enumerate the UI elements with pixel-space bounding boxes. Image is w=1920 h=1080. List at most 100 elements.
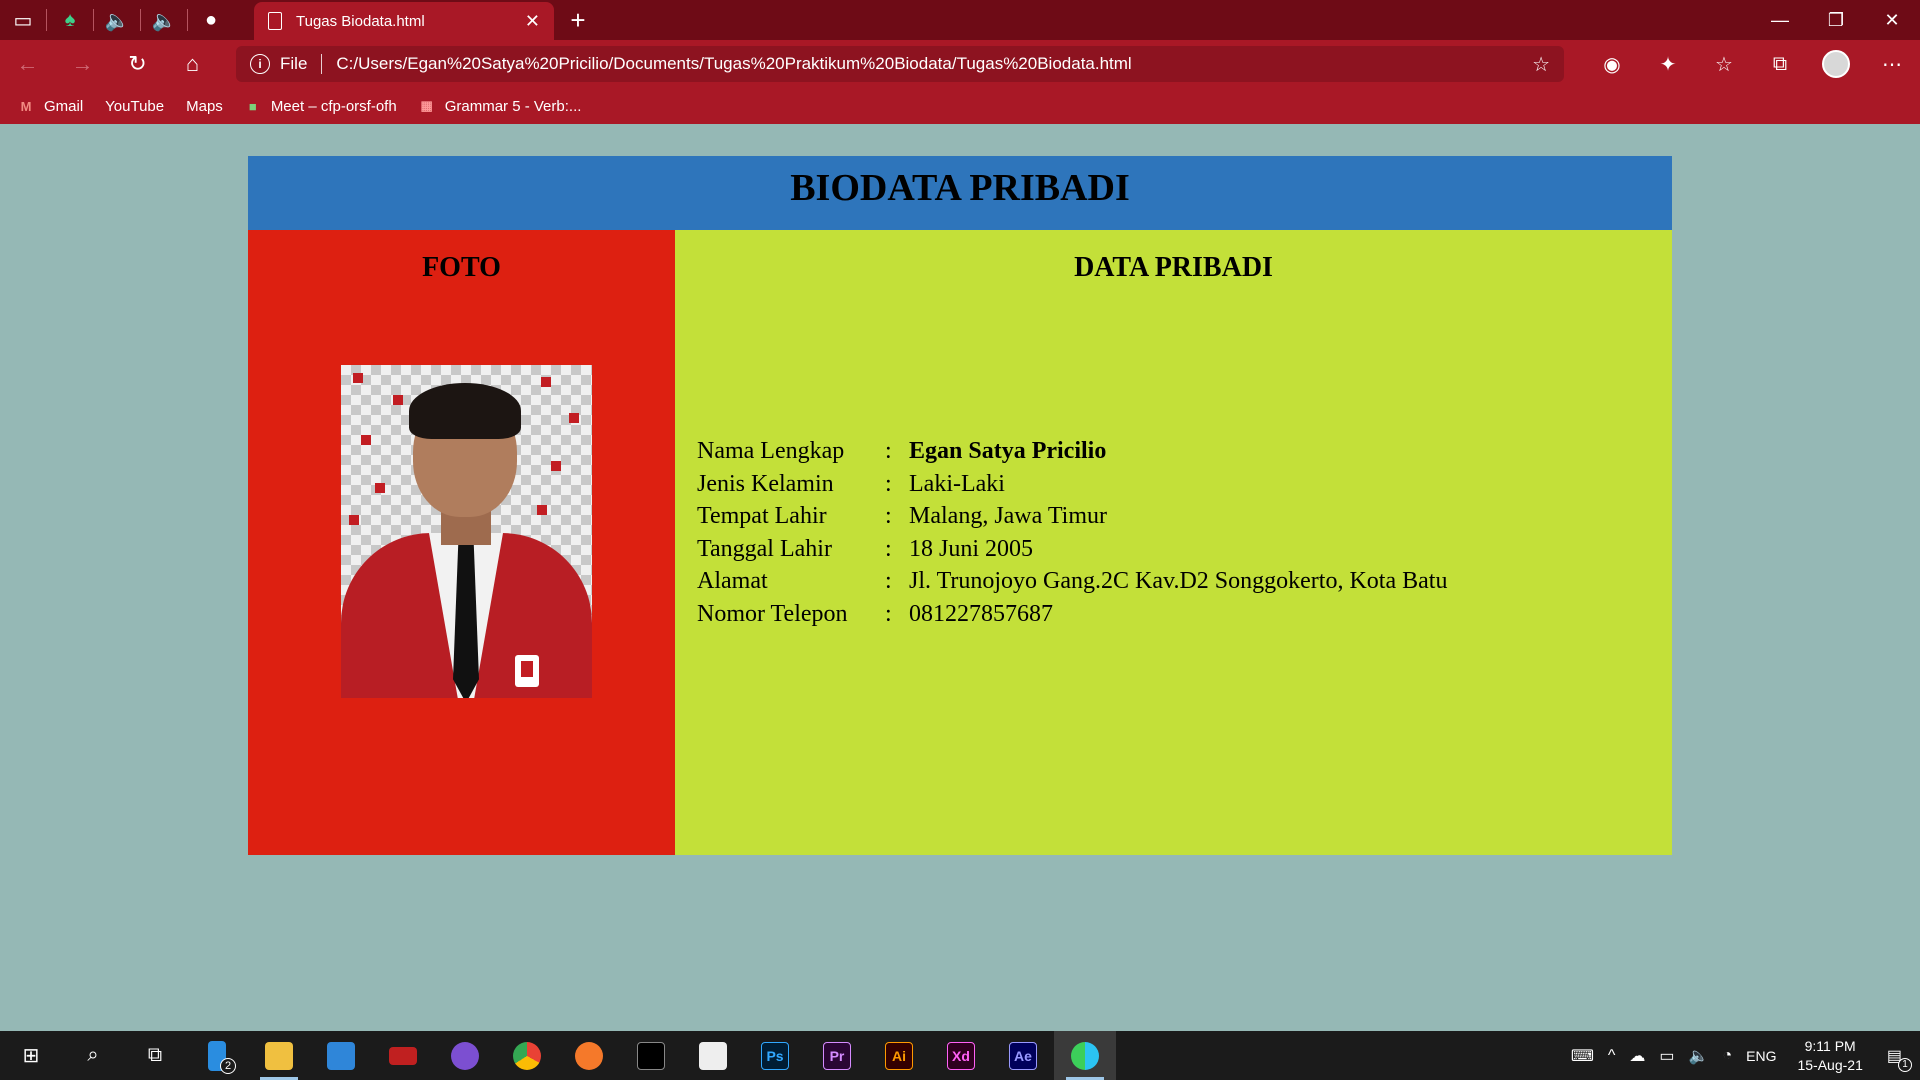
field-value: Jl. Trunojoyo Gang.2C Kav.D2 Songgokerto…	[909, 568, 1448, 594]
app-abbrev: Ae	[1009, 1041, 1037, 1070]
photoshop-icon[interactable]: Ps	[744, 1031, 806, 1080]
taskbar: ⊞ ⌕ ⧉ 2 Ps Pr Ai Xd Ae ⌨ ^ ☁ ▭ 🔈 ◔ ENG 9…	[0, 1031, 1920, 1080]
refresh-icon[interactable]: ↻	[110, 40, 165, 88]
app-badge: 2	[220, 1058, 236, 1074]
system-tray: ⌨ ^ ☁ ▭ 🔈 ◔ ENG 9:11 PM 15-Aug-21 ▤ 1	[1564, 1031, 1920, 1080]
bookmark-label: Grammar 5 - Verb:...	[444, 97, 582, 115]
blender-logo-icon	[575, 1041, 603, 1070]
game-app-icon[interactable]	[372, 1031, 434, 1080]
field-row-birthdate: Tanggal Lahir : 18 Juni 2005	[697, 533, 1447, 566]
more-options-icon[interactable]: ⋯	[1864, 40, 1920, 88]
site-info-icon[interactable]: i	[250, 54, 270, 74]
notification-count: 1	[1898, 1057, 1912, 1072]
app-abbrev: Xd	[947, 1041, 975, 1070]
favorites-icon[interactable]: ☆	[1696, 40, 1752, 88]
back-icon[interactable]: ←	[0, 40, 55, 88]
folder-icon	[265, 1041, 293, 1070]
chrome-icon[interactable]	[496, 1031, 558, 1080]
window-controls: — ❐ ✕	[1752, 0, 1920, 40]
field-value: 18 Juni 2005	[909, 535, 1034, 562]
wifi-icon[interactable]: ◔	[1715, 1047, 1739, 1065]
battery-icon[interactable]: ▭	[1652, 1046, 1681, 1066]
task-view-icon[interactable]: ⧉	[124, 1031, 186, 1080]
app-abbrev: Ai	[885, 1041, 913, 1070]
app-abbrev: Pr	[823, 1041, 851, 1070]
profile-avatar[interactable]	[1808, 40, 1864, 88]
onedrive-icon[interactable]: ☁	[1622, 1046, 1652, 1066]
extensions-puzzle-icon[interactable]: ✦	[1640, 40, 1696, 88]
profile-photo	[341, 365, 592, 698]
edge-logo-icon	[1071, 1041, 1099, 1070]
home-icon[interactable]: ⌂	[165, 40, 220, 88]
car-icon	[389, 1046, 417, 1065]
envelope-icon	[327, 1041, 355, 1070]
field-label: Alamat	[697, 568, 768, 594]
after-effects-icon[interactable]: Ae	[992, 1031, 1054, 1080]
close-tab-icon[interactable]: ✕	[525, 11, 540, 32]
document-icon	[268, 12, 282, 30]
restore-icon[interactable]: ❐	[1808, 0, 1864, 40]
unity-hub-icon[interactable]	[682, 1031, 744, 1080]
unity-hub-logo-icon	[699, 1041, 727, 1070]
xd-icon[interactable]: Xd	[930, 1031, 992, 1080]
grammar-icon: ▦	[420, 98, 433, 113]
field-separator: :	[885, 438, 892, 464]
address-url[interactable]: C:/Users/Egan%20Satya%20Pricilio/Documen…	[336, 54, 1131, 74]
volume-icon[interactable]: 🔈	[1682, 1046, 1716, 1066]
new-tab-button[interactable]: +	[560, 2, 596, 38]
keyboard-icon[interactable]: ⌨	[1564, 1046, 1601, 1066]
forward-icon[interactable]: →	[55, 40, 110, 88]
browser-toolbar: ← → ↻ ⌂ i File C:/Users/Egan%20Satya%20P…	[0, 40, 1920, 88]
field-separator: :	[885, 470, 892, 497]
address-bar[interactable]: i File C:/Users/Egan%20Satya%20Pricilio/…	[236, 46, 1564, 82]
address-scheme: File	[280, 54, 308, 73]
start-button[interactable]: ⊞	[0, 1031, 62, 1080]
bookmark-meet[interactable]: ■ Meet – cfp-orsf-ofh	[245, 97, 397, 115]
close-window-icon[interactable]: ✕	[1864, 0, 1920, 40]
bookmark-maps[interactable]: Maps	[0, 98, 223, 229]
github-icon[interactable]: ●	[188, 0, 234, 40]
tab-actions-icon[interactable]: ▭	[0, 0, 46, 40]
add-favorite-icon[interactable]: ☆	[1532, 52, 1550, 77]
photo-column: FOTO	[248, 230, 675, 855]
collections-icon[interactable]: ⧉	[1752, 40, 1808, 88]
data-heading: DATA PRIBADI	[1074, 252, 1273, 283]
extension-icon[interactable]: ◉	[1584, 40, 1640, 88]
biodata-list: Nama Lengkap : Egan Satya Pricilio Jenis…	[697, 435, 1447, 630]
notification-center-icon[interactable]: ▤ 1	[1877, 1046, 1920, 1072]
pinned-tab-audio-icon[interactable]: 🔈	[94, 0, 140, 40]
blender-icon[interactable]	[558, 1031, 620, 1080]
chevron-up-icon[interactable]: ^	[1601, 1047, 1623, 1065]
clock[interactable]: 9:11 PM 15-Aug-21	[1783, 1037, 1876, 1075]
tab-active[interactable]: Tugas Biodata.html ✕	[254, 2, 554, 40]
field-label: Nama Lengkap	[697, 438, 845, 464]
pinned-tab-icon[interactable]: ♠	[47, 0, 93, 40]
github-icon	[451, 1041, 479, 1070]
field-label: Tanggal Lahir	[697, 535, 832, 562]
phone-app-icon[interactable]: 2	[186, 1031, 248, 1080]
field-separator: :	[885, 535, 892, 562]
unity-icon[interactable]	[620, 1031, 682, 1080]
field-value: Malang, Jawa Timur	[909, 503, 1107, 529]
file-explorer-icon[interactable]	[248, 1031, 310, 1080]
search-icon[interactable]: ⌕	[62, 1031, 124, 1080]
page-header: BIODATA PRIBADI	[248, 156, 1672, 230]
language-indicator[interactable]: ENG	[1739, 1048, 1783, 1064]
field-row-name: Nama Lengkap : Egan Satya Pricilio	[697, 435, 1447, 468]
minimize-icon[interactable]: —	[1752, 0, 1808, 40]
unity-logo-icon	[637, 1041, 665, 1070]
pinned-tab-audio-icon-2[interactable]: 🔈	[141, 0, 187, 40]
edge-icon[interactable]	[1054, 1031, 1116, 1080]
app-abbrev: Ps	[761, 1041, 789, 1070]
field-separator: :	[885, 503, 892, 529]
field-value: 081227857687	[909, 600, 1053, 627]
bookmark-grammar[interactable]: ▦ Grammar 5 - Verb:...	[419, 97, 582, 115]
github-desktop-icon[interactable]	[434, 1031, 496, 1080]
bookmark-youtube[interactable]: YouTube	[0, 98, 164, 229]
premiere-icon[interactable]: Pr	[806, 1031, 868, 1080]
avatar	[1822, 50, 1850, 78]
bookmark-gmail[interactable]: M Gmail	[18, 97, 84, 115]
mail-icon[interactable]	[310, 1031, 372, 1080]
divider	[321, 54, 323, 74]
illustrator-icon[interactable]: Ai	[868, 1031, 930, 1080]
